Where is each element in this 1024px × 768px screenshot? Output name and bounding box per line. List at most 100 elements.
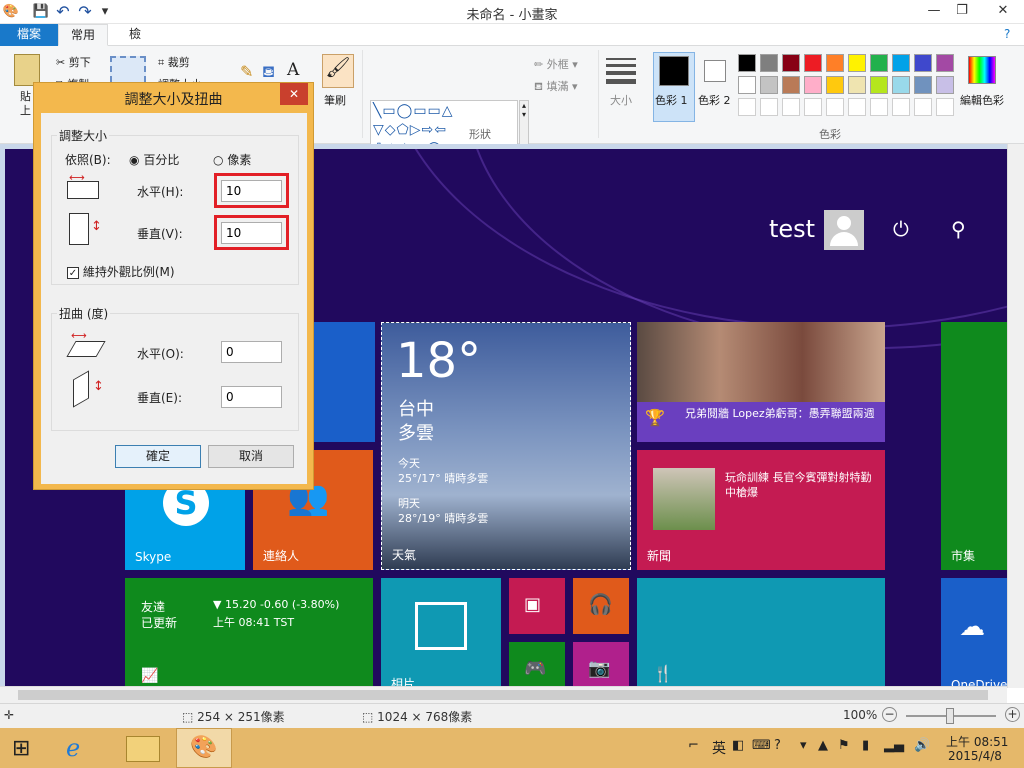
pencil-icon[interactable]: ✎ [240,62,253,81]
color-swatch[interactable] [914,54,932,72]
skew-horizontal-input[interactable] [221,341,282,363]
tile-market[interactable]: 市集 [941,322,1010,570]
color-swatch[interactable] [826,76,844,94]
color-swatch[interactable] [848,54,866,72]
tab-view[interactable]: 檢視 [112,24,158,62]
minimize-button[interactable]: — [920,0,948,22]
color-swatch[interactable] [892,54,910,72]
tile-sports[interactable]: 🏆 兄弟鬩牆 Lopez弟虧哥：愚弄聯盟兩週 [637,322,885,442]
zoom-in-button[interactable]: + [1005,707,1020,722]
ime-language[interactable]: 英 [712,738,726,758]
tile-food[interactable]: 🍴 [637,578,885,686]
color-swatch[interactable] [870,54,888,72]
color-swatch[interactable] [848,98,866,116]
windows-start-icon[interactable]: ⊞ [12,736,30,761]
tab-home[interactable]: 常用 [58,24,108,46]
tile-camera[interactable]: 📷 [573,642,629,686]
paste-button[interactable]: 貼 上 [20,90,31,118]
flag-icon[interactable]: ⚑ [838,738,850,753]
power-icon[interactable]: ⏻ [893,217,909,241]
color-swatch[interactable] [760,54,778,72]
ime-width-icon[interactable]: ◧ [732,738,744,753]
edit-colors-button[interactable]: 編輯色彩 [960,92,1004,108]
internet-explorer-icon[interactable]: ℯ [66,734,80,762]
restore-button[interactable]: ❐ [948,0,976,22]
brush-icon[interactable]: 🖌 [322,54,354,88]
ime-mode-icon[interactable]: ⌐ [688,738,699,753]
horizontal-scrollbar[interactable] [0,686,1007,703]
color-swatch[interactable] [738,76,756,94]
clock-time[interactable]: 上午 08:51 [946,733,1008,750]
paint-taskbar-button[interactable]: 🎨 [176,728,232,768]
color-swatch[interactable] [870,98,888,116]
ime-options-icon[interactable]: ▾ [800,738,807,753]
color-swatch[interactable] [892,76,910,94]
search-icon[interactable]: ⚲ [951,217,966,241]
color-swatch[interactable] [738,98,756,116]
battery-icon[interactable]: ▮ [862,738,869,753]
edit-colors-icon[interactable] [968,56,996,84]
size-button[interactable]: 大小 [610,92,632,108]
color-swatch[interactable] [870,76,888,94]
keep-ratio-checkbox[interactable]: ✓ 維持外觀比例(M) [67,263,175,280]
fill-button[interactable]: ⛾ 填滿 ▾ [534,78,578,95]
tile-photos[interactable]: 相片 [381,578,501,686]
color-swatch[interactable] [936,54,954,72]
color-swatch[interactable] [826,98,844,116]
color-swatch[interactable] [804,98,822,116]
color-swatch[interactable] [760,76,778,94]
file-explorer-icon[interactable] [126,736,160,762]
ime-pad-icon[interactable]: ⌨ [752,738,771,753]
tile-music[interactable]: 🎧 [573,578,629,634]
color-swatch[interactable] [782,54,800,72]
color-swatch[interactable] [914,98,932,116]
tile-games[interactable]: 🎮 [509,642,565,686]
cut-button[interactable]: ✂ 剪下 [56,54,91,70]
ok-button[interactable]: 確定 [115,445,201,468]
color-swatch[interactable] [760,98,778,116]
tab-file[interactable]: 檔案 [0,24,58,46]
cancel-button[interactable]: 取消 [208,445,294,468]
zoom-slider-thumb[interactable] [946,708,954,724]
text-tool-icon[interactable]: A [287,60,299,80]
color2-swatch[interactable] [704,60,726,82]
horizontal-resize-input[interactable] [221,180,282,202]
vertical-scrollbar[interactable] [1007,144,1024,688]
show-hidden-icons[interactable]: ▲ [818,738,828,753]
color-swatch[interactable] [782,98,800,116]
tile-news[interactable]: 玩命訓練 長官今賓彈對射特勤中槍爆 新聞 [637,450,885,570]
vertical-resize-input[interactable] [221,222,282,244]
color-swatch[interactable] [848,76,866,94]
color-swatch[interactable] [804,54,822,72]
brushes-button[interactable]: 筆刷 [324,92,346,108]
color-swatch[interactable] [782,76,800,94]
color-swatch[interactable] [804,76,822,94]
tile-onedrive[interactable]: ☁ OneDrive [941,578,1010,686]
ime-help-icon[interactable]: ? [774,738,781,753]
color-swatch[interactable] [738,54,756,72]
zoom-out-button[interactable]: − [882,707,897,722]
dialog-close-button[interactable]: ✕ [280,83,308,105]
fill-bucket-icon[interactable]: ⛾ [262,62,275,83]
crop-button[interactable]: ⌗ 裁剪 [158,54,190,70]
clock-date[interactable]: 2015/4/8 [948,749,1002,763]
tile-video[interactable]: ▣ [509,578,565,634]
scroll-thumb[interactable] [18,690,988,700]
close-button[interactable]: ✕ [982,0,1024,22]
color-swatch[interactable] [936,98,954,116]
size-icon[interactable] [606,58,636,84]
volume-icon[interactable]: 🔊 [914,738,930,753]
tile-finance[interactable]: 友達 已更新 ▼ 15.20 -0.60 (-3.80%) 上午 08:41 T… [125,578,373,686]
color-swatch[interactable] [936,76,954,94]
pixels-radio[interactable]: ○ 像素 [213,151,251,168]
avatar[interactable] [824,210,864,250]
outline-button[interactable]: ✏ 外框 ▾ [534,56,578,72]
color-swatch[interactable] [914,76,932,94]
skew-vertical-input[interactable] [221,386,282,408]
tile-weather[interactable]: 18° 台中 多雲 今天 25°/17° 晴時多雲 明天 28°/19° 晴時多… [381,322,631,570]
network-icon[interactable]: ▂▄ [884,738,904,753]
user-name[interactable]: test [769,215,815,243]
help-icon[interactable]: ? [1004,27,1010,41]
color-swatch[interactable] [826,54,844,72]
percent-radio[interactable]: ◉ 百分比 [129,151,179,168]
